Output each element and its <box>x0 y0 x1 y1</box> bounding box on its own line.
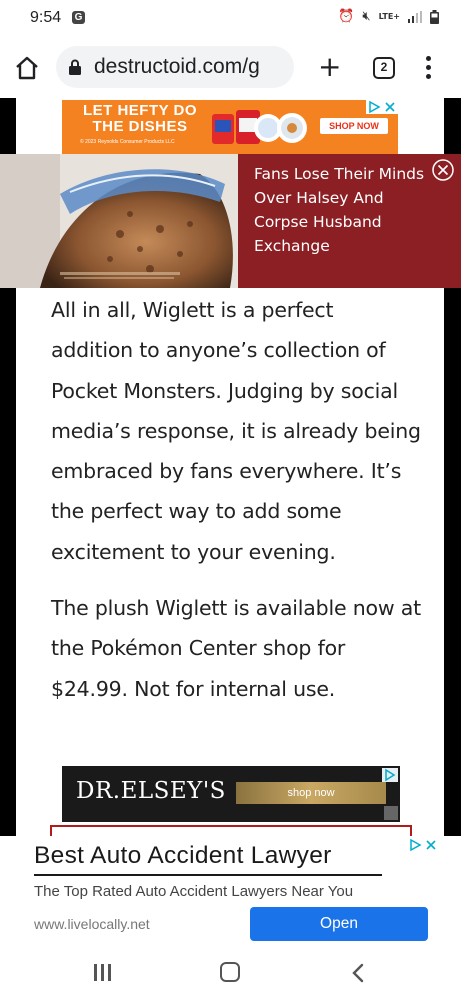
system-nav-bar <box>0 946 461 1000</box>
ad-brand: DR.ELSEY'S <box>76 778 226 804</box>
headline-underline <box>34 874 382 876</box>
bottom-ad-site[interactable]: www.livelocally.net <box>34 916 150 932</box>
mute-icon: 🔇︎ <box>362 9 371 24</box>
alarm-icon: ⏰ <box>338 9 355 24</box>
video-thumbnail[interactable] <box>0 154 238 288</box>
hefty-banner-ad[interactable]: LET HEFTY DO THE DISHES © 2023 Reynolds … <box>62 100 398 154</box>
lock-icon[interactable] <box>68 59 82 75</box>
home-nav-icon[interactable] <box>220 962 240 982</box>
article-paragraph: The plush Wiglett is available now at th… <box>51 596 421 701</box>
signal-icon <box>408 10 422 23</box>
overflow-menu-icon[interactable] <box>420 56 436 82</box>
product-image <box>212 110 307 144</box>
web-page[interactable]: LET HEFTY DO THE DISHES © 2023 Reynolds … <box>0 98 461 946</box>
bottom-sticky-ad[interactable]: Best Auto Accident Lawyer The Top Rated … <box>0 836 461 946</box>
recent-apps-icon[interactable] <box>92 964 112 981</box>
browser-toolbar: destructoid.com/g + 2 <box>0 36 461 98</box>
float-ad-headline[interactable]: Fans Lose Their Minds Over Halsey And Co… <box>254 162 429 258</box>
bottom-ad-description: The Top Rated Auto Accident Lawyers Near… <box>34 883 354 900</box>
status-time: 9:54 <box>30 9 62 26</box>
floating-video-ad[interactable]: Fans Lose Their Minds Over Halsey And Co… <box>0 154 461 288</box>
dr-elseys-banner-ad[interactable]: DR.ELSEY'S shop now <box>62 766 400 822</box>
ad-legal-text: © 2023 Reynolds Consumer Products LLC <box>80 139 175 145</box>
shop-now-button[interactable]: shop now <box>236 782 386 804</box>
address-bar[interactable]: destructoid.com/g <box>56 46 294 88</box>
ad-badge-icon[interactable] <box>384 806 398 820</box>
url-text[interactable]: destructoid.com/g <box>94 55 290 79</box>
article-paragraph: All in all, Wiglett is a perfect additio… <box>51 298 421 564</box>
adchoices-icon[interactable] <box>366 100 398 114</box>
bottom-ad-headline[interactable]: Best Auto Accident Lawyer <box>34 842 332 870</box>
home-icon[interactable] <box>14 55 40 81</box>
close-icon[interactable] <box>432 159 454 181</box>
battery-icon <box>430 9 439 24</box>
article-body: All in all, Wiglett is a perfect additio… <box>51 290 421 725</box>
open-button[interactable]: Open <box>250 907 428 941</box>
status-icons: ⏰ 🔇︎ LTE+ <box>338 9 439 24</box>
adchoices-icon[interactable] <box>407 838 439 852</box>
status-bar: 9:54 G ⏰ 🔇︎ LTE+ <box>0 0 461 36</box>
back-icon[interactable] <box>350 963 368 983</box>
lte-icon: LTE+ <box>378 11 400 21</box>
ad-headline: LET HEFTY DO THE DISHES <box>82 102 198 135</box>
shop-now-button[interactable]: SHOP NOW <box>320 118 388 134</box>
tattooed-arm-image <box>0 154 238 288</box>
tab-switcher-button[interactable]: 2 <box>373 57 395 79</box>
adchoices-icon[interactable] <box>382 768 398 782</box>
google-app-icon: G <box>72 11 85 24</box>
new-tab-plus-icon[interactable]: + <box>318 53 341 81</box>
